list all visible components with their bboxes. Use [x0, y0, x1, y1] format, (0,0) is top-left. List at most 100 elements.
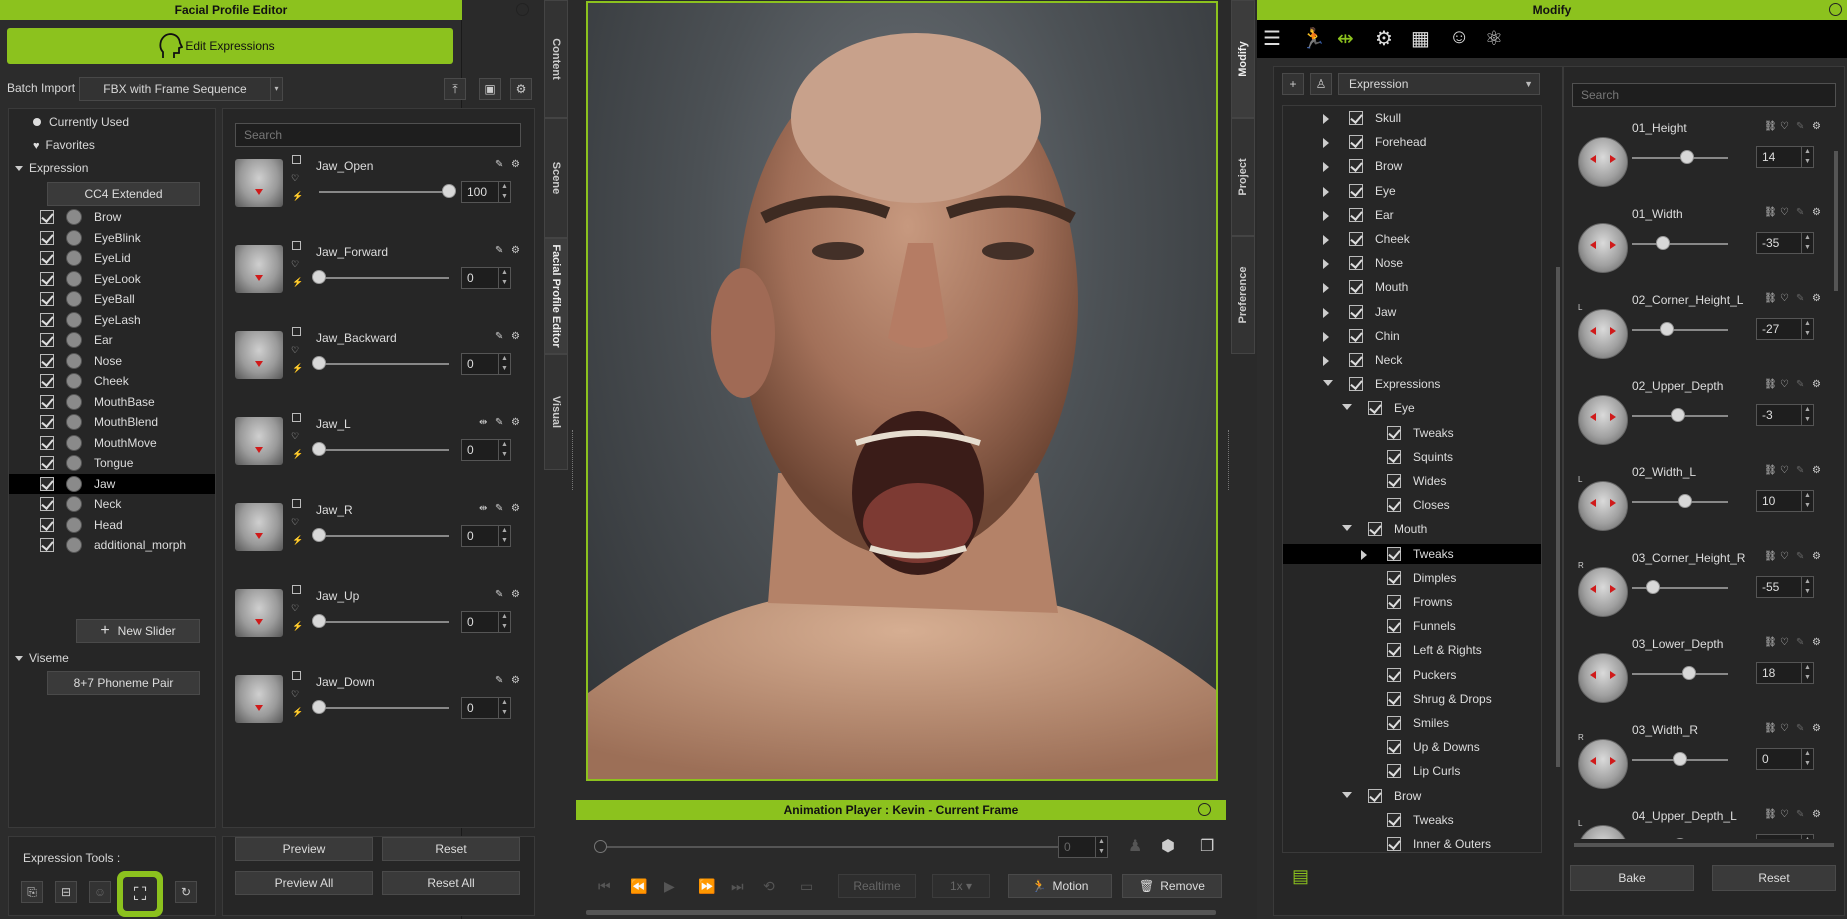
- cc4-extended-button[interactable]: CC4 Extended: [47, 182, 200, 206]
- close-icon[interactable]: [516, 3, 529, 16]
- lightning-icon[interactable]: ⚡: [292, 621, 303, 632]
- tree-checkbox[interactable]: [1349, 183, 1363, 198]
- spin-arrows[interactable]: ▲▼: [498, 698, 510, 718]
- category-checkbox[interactable]: [40, 292, 54, 306]
- tree-checkbox[interactable]: [1387, 716, 1401, 730]
- heart-icon[interactable]: ♡: [1780, 551, 1789, 562]
- heart-icon[interactable]: ♡: [1780, 465, 1789, 476]
- pencil-icon[interactable]: ✎: [1796, 809, 1804, 820]
- slider-value-input[interactable]: 0 ▲ ▼: [461, 439, 511, 461]
- gear-icon[interactable]: ⚙: [511, 675, 520, 686]
- tree-item[interactable]: Up & Downs: [1283, 737, 1541, 757]
- pencil-icon[interactable]: ✎: [1796, 293, 1804, 304]
- morph-value-input[interactable]: 10 ▲ ▼: [1756, 490, 1814, 512]
- pencil-icon[interactable]: ✎: [495, 245, 503, 256]
- morph-slider-knob[interactable]: [1673, 838, 1687, 839]
- morph-icon[interactable]: ⇹: [1337, 26, 1354, 51]
- expand-icon[interactable]: [1361, 549, 1367, 560]
- cloth-icon[interactable]: ⚙: [1375, 26, 1393, 51]
- keyframe-icon[interactable]: ▭: [800, 878, 813, 895]
- person-settings-icon[interactable]: ♙: [1310, 73, 1332, 95]
- slider-value-input[interactable]: 0 ▲ ▼: [461, 525, 511, 547]
- slider-track[interactable]: [319, 621, 449, 623]
- pencil-icon[interactable]: ✎: [1796, 465, 1804, 476]
- reset-button[interactable]: Reset: [382, 837, 520, 861]
- refresh-icon[interactable]: ↻: [175, 881, 197, 903]
- tree-item[interactable]: Brow: [1283, 786, 1541, 806]
- morph-value-input[interactable]: -35 ▲ ▼: [1756, 232, 1814, 254]
- tree-item[interactable]: Brow: [1283, 156, 1541, 176]
- morph-slider-knob[interactable]: [1671, 408, 1686, 422]
- pencil-icon[interactable]: ✎: [495, 675, 503, 686]
- category-item[interactable]: Brow: [9, 207, 215, 227]
- slider-track[interactable]: [319, 707, 449, 709]
- expression-dropdown[interactable]: Expression ▼: [1338, 73, 1540, 95]
- gear-icon[interactable]: ⚙: [1812, 551, 1821, 562]
- pencil-icon[interactable]: ✎: [495, 503, 503, 514]
- slider-knob[interactable]: [312, 528, 326, 542]
- pencil-icon[interactable]: ✎: [1796, 723, 1804, 734]
- category-item[interactable]: MouthBase: [9, 392, 215, 412]
- lightning-icon[interactable]: ⚡: [292, 449, 303, 460]
- category-checkbox[interactable]: [40, 210, 54, 224]
- export-icon[interactable]: ⎘: [21, 881, 43, 903]
- tree-item[interactable]: Skull: [1283, 108, 1541, 128]
- category-checkbox[interactable]: [40, 538, 54, 552]
- viewport-splitter-right[interactable]: [1228, 430, 1232, 490]
- gear-icon[interactable]: ⚙: [511, 331, 520, 342]
- figure-icon[interactable]: ♟: [1128, 836, 1142, 856]
- tree-item[interactable]: Eye: [1283, 398, 1541, 418]
- select-checkbox[interactable]: [292, 155, 301, 164]
- spin-arrows[interactable]: ▲▼: [1801, 835, 1813, 839]
- tree-item[interactable]: Tweaks: [1283, 810, 1541, 830]
- heart-icon[interactable]: ♡: [291, 517, 299, 528]
- slider-track[interactable]: [319, 191, 449, 193]
- gear-icon[interactable]: ⚙: [511, 589, 520, 600]
- slider-track[interactable]: [319, 277, 449, 279]
- category-item[interactable]: EyeBlink: [9, 228, 215, 248]
- morph-value-input[interactable]: 0 ▲ ▼: [1756, 748, 1814, 770]
- slider-value-input[interactable]: 0 ▲ ▼: [461, 611, 511, 633]
- phoneme-pair-button[interactable]: 8+7 Phoneme Pair: [47, 671, 200, 695]
- morph-slider-track[interactable]: [1632, 243, 1728, 245]
- batch-import-select[interactable]: FBX with Frame Sequence ▾: [79, 77, 283, 101]
- link-icon[interactable]: ⛓: [1764, 121, 1777, 132]
- tab-content[interactable]: Content: [544, 0, 568, 118]
- sliders-icon[interactable]: ☰: [1263, 26, 1281, 51]
- gear-icon[interactable]: ⚙: [510, 78, 532, 100]
- tree-checkbox[interactable]: [1387, 425, 1401, 440]
- tree-checkbox[interactable]: [1349, 135, 1363, 150]
- category-item[interactable]: EyeLook: [9, 269, 215, 289]
- heart-icon[interactable]: ♡: [291, 345, 299, 356]
- select-checkbox[interactable]: [292, 499, 301, 508]
- tree-item[interactable]: Ear: [1283, 205, 1541, 225]
- tree-checkbox[interactable]: [1349, 159, 1363, 174]
- motion-button[interactable]: 🏃 Motion: [1008, 874, 1112, 898]
- gear-icon[interactable]: ⚙: [1812, 207, 1821, 218]
- expand-icon[interactable]: [1323, 186, 1329, 197]
- tree-item[interactable]: Cheek: [1283, 229, 1541, 249]
- tree-checkbox[interactable]: [1387, 837, 1401, 851]
- link-icon[interactable]: ⛓: [1764, 379, 1777, 390]
- tree-item[interactable]: Mouth: [1283, 277, 1541, 297]
- viewport-splitter[interactable]: [572, 430, 576, 490]
- skip-start-icon[interactable]: ⏮: [598, 878, 611, 895]
- pencil-icon[interactable]: ✎: [1796, 207, 1804, 218]
- frame-input[interactable]: 0 ▲ ▼: [1058, 836, 1108, 858]
- category-checkbox[interactable]: [40, 333, 54, 347]
- category-item[interactable]: EyeBall: [9, 289, 215, 309]
- expand-icon[interactable]: [1323, 307, 1329, 318]
- spin-arrows[interactable]: ▲▼: [1801, 319, 1813, 339]
- preview-button[interactable]: Preview: [235, 837, 373, 861]
- expand-icon[interactable]: [1323, 235, 1329, 245]
- tree-item[interactable]: Inner & Outers: [1283, 834, 1541, 852]
- link-icon[interactable]: ⛓: [1764, 809, 1777, 820]
- gear-icon[interactable]: ⚙: [1812, 465, 1821, 476]
- heart-icon[interactable]: ♡: [1780, 207, 1789, 218]
- loop-icon[interactable]: ⟲: [763, 878, 775, 895]
- link-icon[interactable]: ⛓: [1764, 551, 1777, 562]
- tree-checkbox[interactable]: [1387, 595, 1401, 609]
- category-item[interactable]: Cheek: [9, 371, 215, 391]
- tree-checkbox[interactable]: [1387, 449, 1401, 464]
- tree-checkbox[interactable]: [1368, 401, 1382, 416]
